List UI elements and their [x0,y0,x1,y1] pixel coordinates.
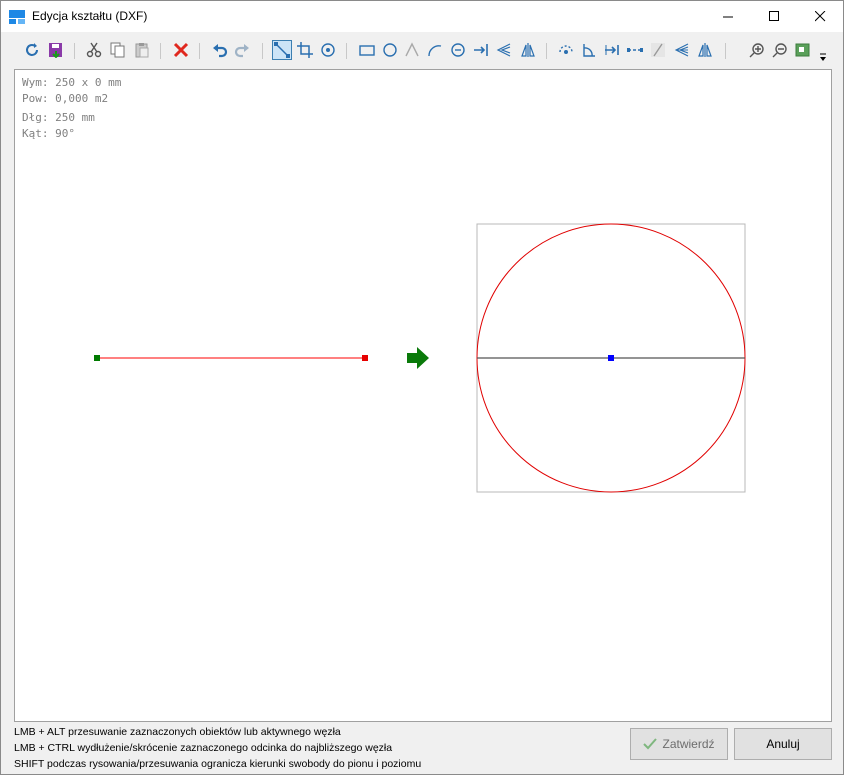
save-icon [49,43,62,58]
offset-button[interactable] [626,41,644,59]
copy-button[interactable] [109,41,127,59]
toolbar-overflow-button[interactable] [817,47,829,65]
hint-ctrl: LMB + CTRL wydłużenie/skrócenie zaznaczo… [14,742,393,754]
mirror-v-icon [521,43,535,57]
close-button[interactable] [797,1,843,32]
rotate-node-icon [559,45,573,54]
maximize-icon [768,11,779,21]
line-start-node[interactable] [94,355,100,361]
dxf-editor-window: Edycja kształtu (DXF) Wym: 250 x 0 mm Po… [0,0,844,775]
zoom-in-icon [749,43,764,58]
hint-alt: LMB + ALT przesuwanie zaznaczonych obiek… [14,726,341,738]
refresh-button[interactable] [23,41,41,59]
line-tool-icon [274,42,290,58]
offset-icon [627,48,643,52]
drawing-surface [94,223,746,493]
dimension-button[interactable] [603,41,621,59]
rectangle-icon [359,45,375,56]
hatch-icon [674,43,689,57]
undo-icon [213,44,228,58]
mirror-v-button[interactable] [519,41,537,59]
window-title: Edycja kształtu (DXF) [32,9,148,23]
hatch-button[interactable] [673,41,691,59]
circle-3pt-icon [451,43,465,57]
crop-tool-icon [297,42,313,58]
circle-button[interactable] [381,41,399,59]
flip-icon [698,43,712,57]
arc-icon [428,45,442,57]
rectangle-button[interactable] [358,41,376,59]
dropdown-icon [820,53,826,61]
polyline-icon [405,42,419,57]
arrow-right-icon [407,347,429,369]
mirror-h-button[interactable] [495,41,513,59]
arc-button[interactable] [426,41,444,59]
cancel-button[interactable]: Anuluj [734,728,832,760]
delete-button[interactable] [172,41,190,59]
paste-button[interactable] [133,41,151,59]
delete-icon [173,42,189,58]
title-bar: Edycja kształtu (DXF) [1,1,843,32]
dimension-icon [605,45,619,55]
zoom-out-button[interactable] [771,41,789,59]
minimize-button[interactable] [705,1,751,32]
paste-icon [135,43,149,58]
line-end-node[interactable] [362,355,368,361]
redo-icon [234,44,249,58]
copy-icon [110,42,125,58]
zoom-in-button[interactable] [748,41,766,59]
angle-icon [583,44,595,57]
confirm-label: Zatwierdź [662,737,715,751]
rotate-node-button[interactable] [557,41,575,59]
minimize-icon [722,16,733,18]
undo-button[interactable] [211,41,229,59]
fit-icon [795,43,810,57]
circle-icon [383,43,397,57]
cut-icon [86,42,102,58]
confirm-button[interactable]: Zatwierdź [630,728,728,760]
refresh-icon [26,43,38,56]
cancel-label: Anuluj [766,737,800,751]
line-tool-button[interactable] [272,40,292,60]
maximize-button[interactable] [751,1,797,32]
drawing-canvas[interactable]: Wym: 250 x 0 mm Pow: 0,000 m2 Dłg: 250 m… [14,69,832,722]
close-icon [814,11,825,22]
trim-icon [651,43,665,57]
cut-button[interactable] [85,41,103,59]
extend-button[interactable] [472,41,490,59]
flip-button[interactable] [696,41,714,59]
polyline-button[interactable] [403,41,421,59]
angle-button[interactable] [580,41,598,59]
mirror-h-icon [496,43,511,57]
fit-button[interactable] [794,41,812,59]
rotate-tool-button[interactable] [319,41,337,59]
toolbar [1,37,843,67]
zoom-out-icon [772,43,787,58]
redo-button[interactable] [233,41,251,59]
extend-icon [474,44,488,56]
preview-center-node [608,355,614,361]
rotate-tool-icon [321,43,335,57]
hint-shift: SHIFT podczas rysowania/przesuwania ogra… [14,758,422,770]
save-button[interactable] [47,41,65,59]
app-icon [9,10,25,24]
crop-tool-button[interactable] [296,41,314,59]
trim-button[interactable] [649,41,667,59]
circle-3pt-button[interactable] [449,41,467,59]
checkmark-icon [643,738,658,750]
